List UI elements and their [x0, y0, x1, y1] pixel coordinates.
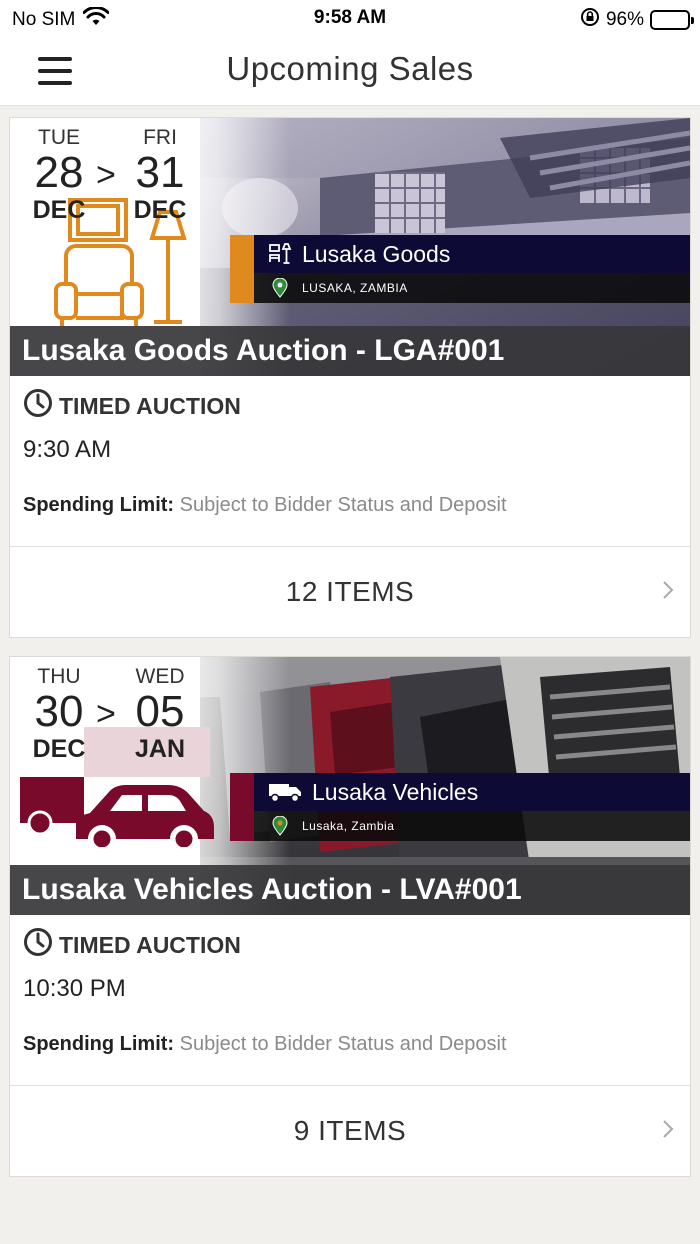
start-dow: THU [37, 665, 81, 688]
brand-accent-stripe [230, 235, 254, 303]
spending-limit-label: Spending Limit: [23, 494, 175, 516]
brand-location-bar: LUSAKA, ZAMBIA [230, 273, 690, 303]
brand-accent-stripe [230, 773, 254, 841]
brand-header: Lusaka Goods [230, 235, 690, 273]
end-date: FRI 31 DEC [125, 126, 195, 224]
items-count: 12 ITEMS [285, 576, 415, 607]
sale-title[interactable]: Lusaka Goods Auction - LGA#001 [10, 326, 690, 376]
sale-title[interactable]: Lusaka Vehicles Auction - LVA#001 [10, 865, 690, 915]
location-pin-icon [272, 278, 288, 298]
start-date: TUE 28 DEC [24, 126, 94, 224]
furniture-brand-icon [268, 242, 292, 266]
date-range-arrow: > [96, 156, 116, 194]
start-day: 30 [34, 687, 84, 736]
end-dow: FRI [143, 126, 177, 149]
battery-icon [650, 10, 694, 30]
items-button[interactable]: 9 ITEMS [10, 1085, 690, 1176]
sale-card[interactable]: THU 30 DEC > WED 05 JAN Lusaka Vehicles … [9, 656, 691, 1177]
sale-card[interactable]: TUE 28 DEC > FRI 31 DEC Lusaka Goods LUS… [9, 117, 691, 638]
start-month: DEC [32, 735, 86, 763]
start-month: DEC [32, 196, 86, 224]
end-month: DEC [133, 196, 187, 224]
page-title: Upcoming Sales [226, 50, 474, 87]
sale-info: TIMED AUCTION 9:30 AM Spending Limit: Su… [23, 388, 677, 517]
brand-name: Lusaka Vehicles [312, 778, 479, 805]
spending-limit: Spending Limit: Subject to Bidder Status… [23, 494, 677, 517]
auction-type: TIMED AUCTION [23, 388, 677, 424]
brand-box: Lusaka Vehicles Lusaka, Zambia [230, 773, 690, 841]
date-range-arrow: > [96, 695, 116, 733]
end-dow: WED [135, 665, 185, 688]
chevron-right-icon [662, 580, 674, 605]
orientation-lock-icon [580, 7, 600, 33]
brand-name: Lusaka Goods [302, 240, 451, 267]
spending-limit-value: Subject to Bidder Status and Deposit [179, 1033, 507, 1055]
brand-location: Lusaka, Zambia [302, 819, 395, 833]
spending-limit-label: Spending Limit: [23, 1033, 175, 1055]
brand-header: Lusaka Vehicles [230, 773, 690, 811]
items-button[interactable]: 12 ITEMS [10, 546, 690, 637]
sale-info: TIMED AUCTION 10:30 PM Spending Limit: S… [23, 927, 677, 1056]
auction-type-label: TIMED AUCTION [59, 931, 241, 958]
sale-banner[interactable]: THU 30 DEC > WED 05 JAN Lusaka Vehicles … [10, 657, 690, 915]
start-day: 28 [34, 148, 84, 197]
auction-time: 10:30 PM [23, 975, 126, 1002]
clock-icon [23, 388, 53, 424]
auction-time: 9:30 AM [23, 436, 112, 463]
items-count: 9 ITEMS [293, 1115, 407, 1146]
status-right: 96% [580, 7, 694, 33]
auction-type: TIMED AUCTION [23, 927, 677, 963]
spending-limit-value: Subject to Bidder Status and Deposit [179, 494, 507, 516]
brand-location: LUSAKA, ZAMBIA [302, 281, 408, 295]
sale-banner[interactable]: TUE 28 DEC > FRI 31 DEC Lusaka Goods LUS… [10, 118, 690, 376]
nav-bar: Upcoming Sales [0, 36, 700, 106]
end-day: 05 [135, 687, 185, 736]
truck-icon [268, 781, 302, 803]
end-month: JAN [134, 735, 185, 763]
brand-box: Lusaka Goods LUSAKA, ZAMBIA [230, 235, 690, 303]
chevron-right-icon [662, 1119, 674, 1144]
clock-icon [23, 927, 53, 963]
end-day: 31 [135, 148, 185, 197]
auction-type-label: TIMED AUCTION [59, 392, 241, 419]
start-dow: TUE [38, 126, 80, 149]
brand-location-bar: Lusaka, Zambia [230, 811, 690, 841]
start-date: THU 30 DEC [24, 665, 94, 763]
battery-percent: 96% [605, 9, 644, 30]
spending-limit: Spending Limit: Subject to Bidder Status… [23, 1033, 677, 1056]
status-bar: No SIM 9:58 AM 96% [0, 0, 700, 36]
location-pin-icon [272, 816, 288, 836]
end-date: WED 05 JAN [125, 665, 195, 763]
